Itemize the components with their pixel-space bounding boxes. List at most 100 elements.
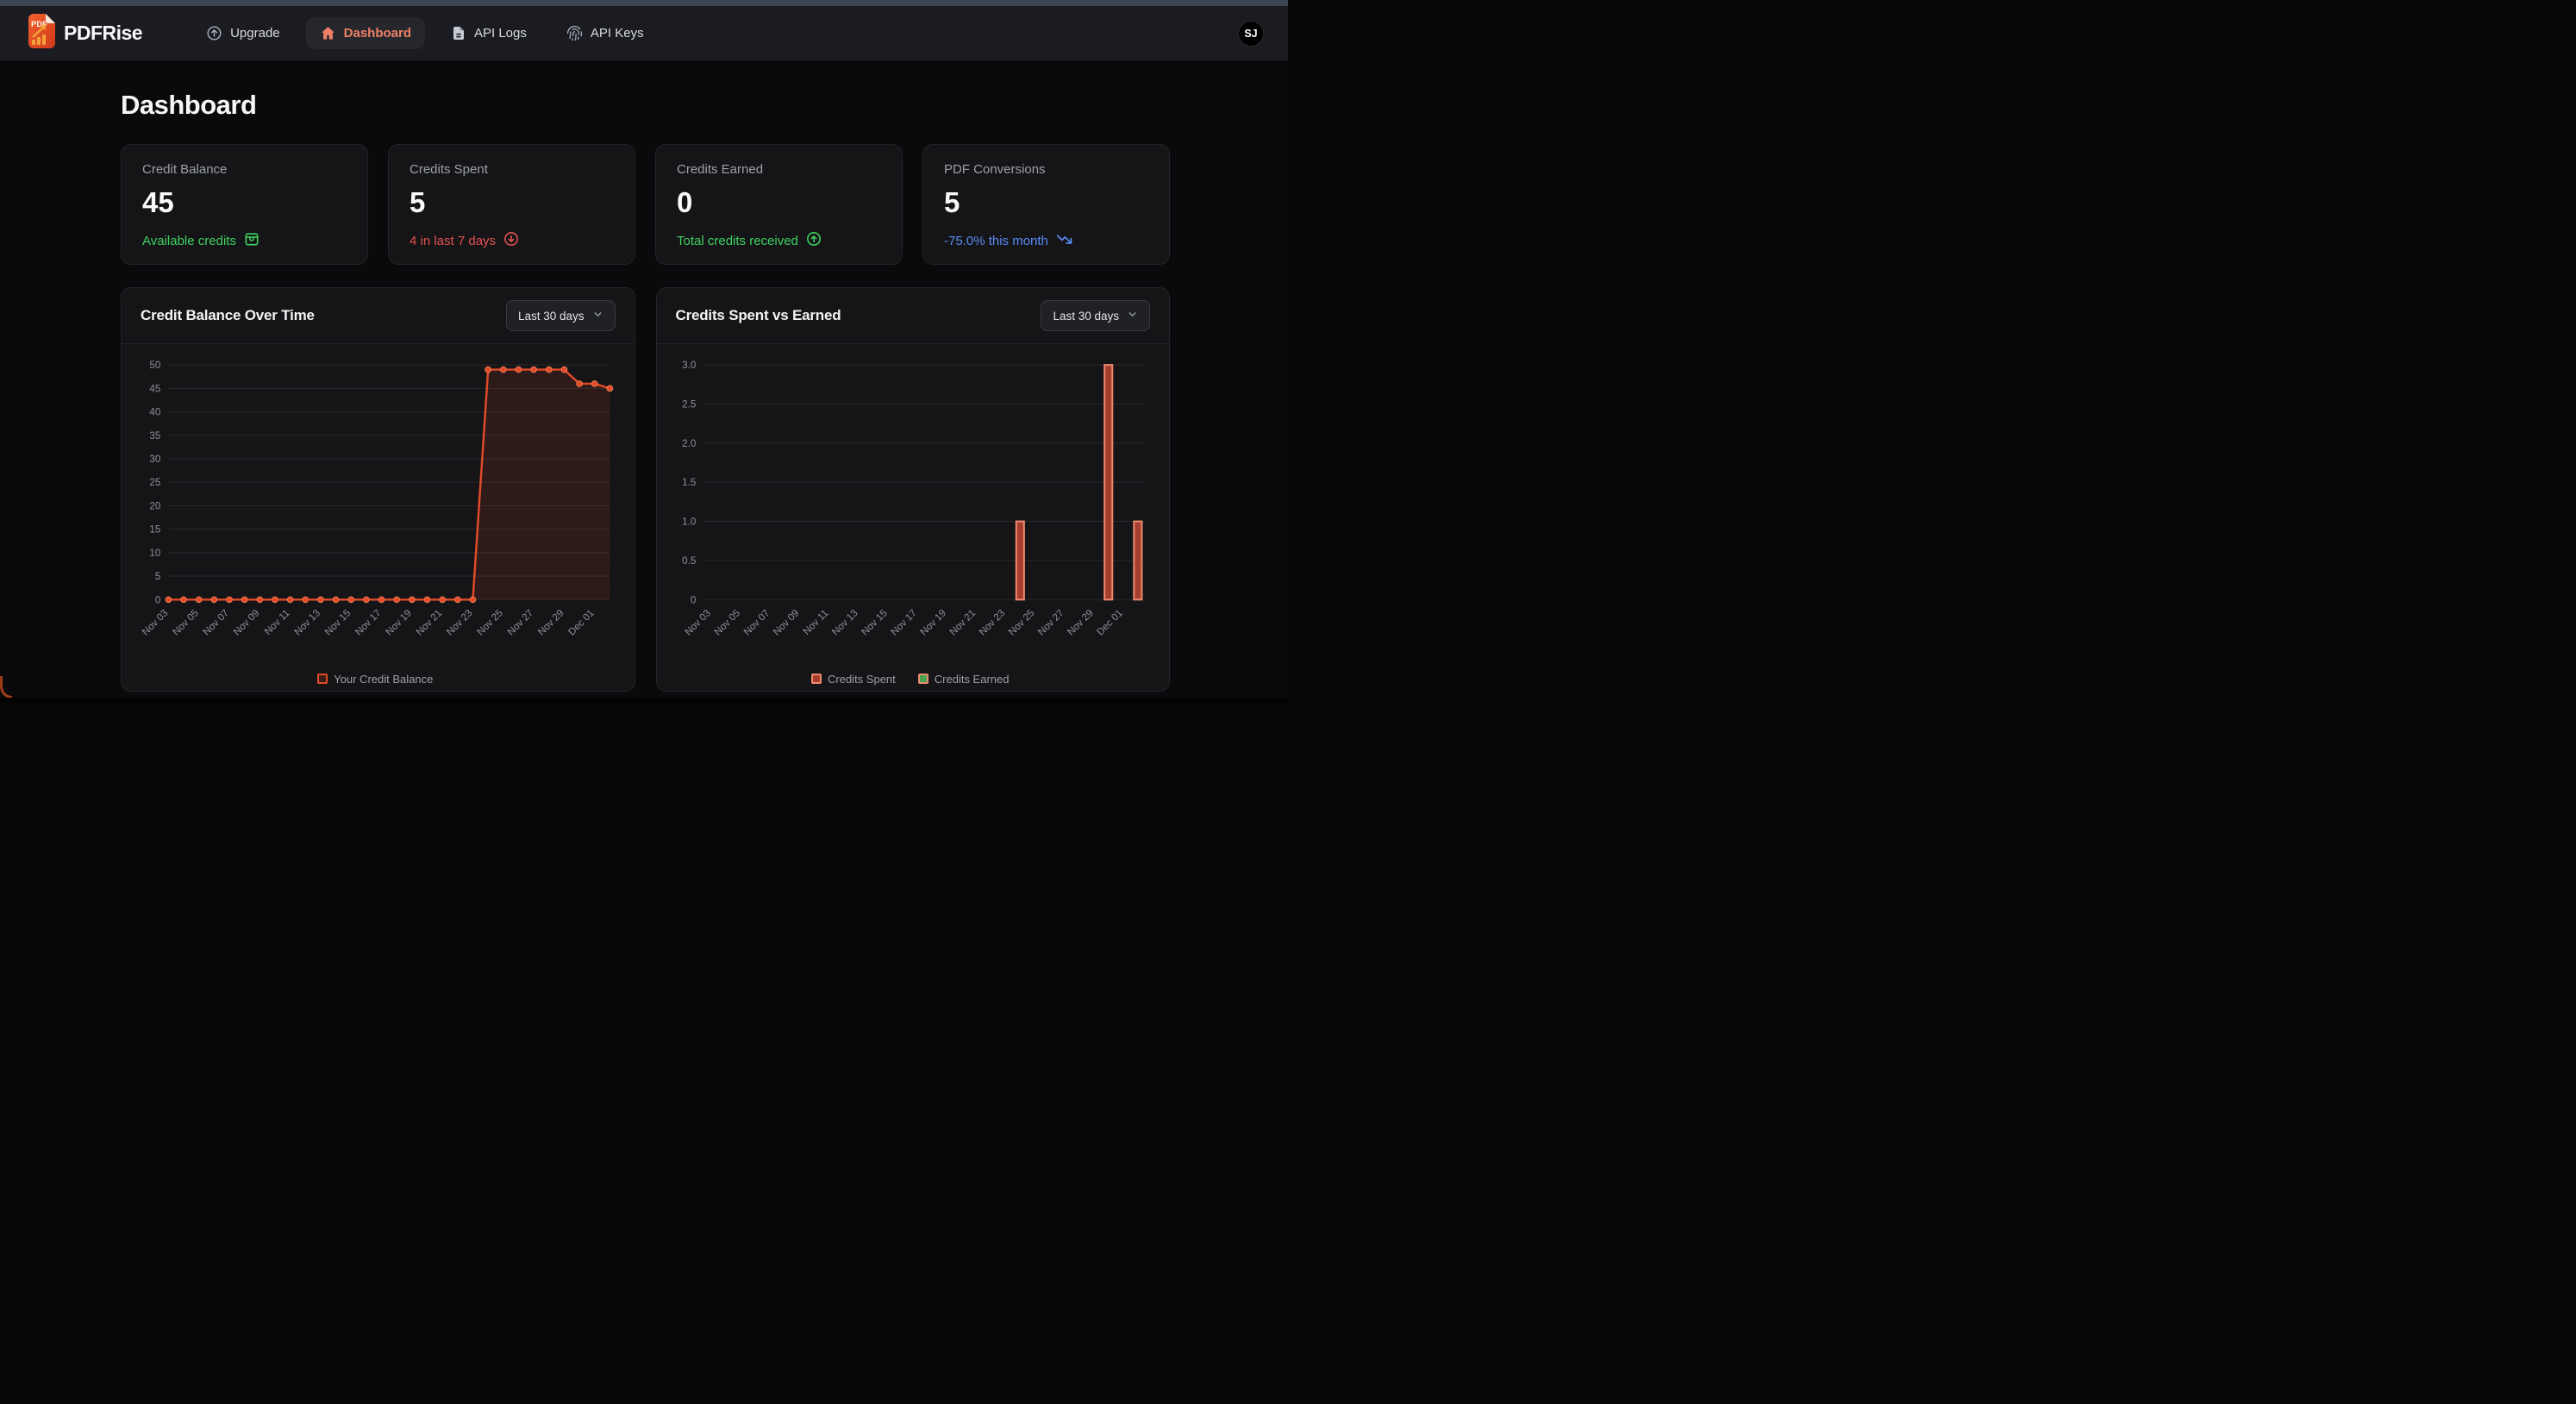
legend-item[interactable]: Credits Spent: [811, 673, 896, 686]
brand-name: PDFRise: [64, 22, 142, 45]
legend-label: Credits Spent: [828, 673, 896, 686]
nav-item-upgrade[interactable]: Upgrade: [192, 17, 294, 49]
window-bottom-strip: [0, 698, 1288, 702]
svg-text:Nov 17: Nov 17: [353, 608, 383, 637]
legend-label: Credits Earned: [935, 673, 1010, 686]
svg-text:Nov 17: Nov 17: [889, 608, 918, 637]
range-dropdown[interactable]: Last 30 days: [506, 300, 616, 331]
stat-card-credits-earned: Credits Earned 0 Total credits received: [655, 144, 903, 265]
wallet-icon: [243, 230, 260, 251]
stat-sub-label: Total credits received: [677, 234, 798, 248]
stat-card-credits-spent: Credits Spent 5 4 in last 7 days: [388, 144, 635, 265]
window-top-strip: [0, 0, 1288, 6]
user-avatar[interactable]: SJ: [1238, 21, 1264, 47]
nav-item-api-logs[interactable]: API Logs: [437, 17, 541, 49]
stat-subtext: Available credits: [142, 230, 347, 251]
nav-item-label: Dashboard: [344, 26, 411, 41]
stat-value: 5: [944, 186, 1148, 219]
chart-title: Credits Spent vs Earned: [676, 307, 841, 324]
file-document-icon: [451, 25, 466, 41]
stat-label: PDF Conversions: [944, 162, 1148, 177]
trending-down-icon: [1055, 230, 1073, 252]
chart-legend: Your Credit Balance: [128, 673, 622, 686]
svg-text:Nov 05: Nov 05: [712, 608, 741, 637]
svg-text:Nov 09: Nov 09: [772, 608, 801, 637]
arrow-up-circle-icon: [805, 230, 822, 251]
bar-chart: 00.51.01.52.02.53.0Nov 03Nov 05Nov 07Nov…: [664, 349, 1158, 673]
brand-logo[interactable]: PDF PDFRise: [28, 13, 142, 53]
svg-text:Nov 15: Nov 15: [323, 608, 353, 637]
chart-header: Credit Balance Over Time Last 30 days: [122, 288, 635, 344]
svg-text:Nov 25: Nov 25: [475, 608, 504, 637]
fingerprint-icon: [566, 25, 583, 41]
svg-text:35: 35: [149, 431, 160, 442]
range-dropdown-value: Last 30 days: [518, 310, 585, 323]
range-dropdown[interactable]: Last 30 days: [1041, 300, 1150, 331]
svg-text:Nov 03: Nov 03: [141, 608, 170, 637]
legend-item[interactable]: Your Credit Balance: [317, 673, 433, 686]
svg-text:3.0: 3.0: [682, 360, 696, 371]
nav-item-label: API Logs: [474, 26, 527, 41]
chart-card-credits-spent-vs-earned: Credits Spent vs Earned Last 30 days 0 0.…: [656, 287, 1171, 692]
stat-sub-label: 4 in last 7 days: [410, 234, 496, 248]
nav-item-label: Upgrade: [230, 26, 280, 41]
line-chart: 05101520253035404550Nov 03Nov 05Nov 07No…: [128, 349, 622, 673]
svg-text:10: 10: [149, 548, 160, 559]
stat-card-pdf-conversions: PDF Conversions 5 -75.0% this month: [922, 144, 1170, 265]
svg-text:Nov 27: Nov 27: [1036, 608, 1066, 637]
svg-text:1.5: 1.5: [682, 478, 696, 488]
chart-title: Credit Balance Over Time: [141, 307, 315, 324]
nav-item-label: API Keys: [591, 26, 644, 41]
svg-text:Nov 21: Nov 21: [947, 608, 977, 637]
page-title: Dashboard: [121, 90, 1170, 121]
range-dropdown-value: Last 30 days: [1053, 310, 1119, 323]
svg-text:45: 45: [149, 384, 160, 394]
stat-label: Credit Balance: [142, 162, 347, 177]
chart-card-credit-balance-over-time: Credit Balance Over Time Last 30 days 0 5…: [121, 287, 635, 692]
svg-text:50: 50: [149, 360, 160, 371]
main-content: Dashboard Credit Balance 45 Available cr…: [0, 90, 1288, 692]
svg-text:0: 0: [690, 595, 695, 605]
svg-text:Nov 11: Nov 11: [263, 608, 292, 637]
svg-text:Nov 23: Nov 23: [445, 608, 474, 637]
svg-text:Nov 11: Nov 11: [801, 608, 830, 637]
svg-text:40: 40: [149, 408, 160, 418]
svg-text:1.0: 1.0: [682, 517, 696, 528]
stat-sub-label: Available credits: [142, 234, 236, 248]
svg-text:0.5: 0.5: [682, 556, 696, 567]
svg-text:Nov 05: Nov 05: [171, 608, 200, 637]
nav-item-api-keys[interactable]: API Keys: [553, 17, 658, 49]
svg-text:Nov 13: Nov 13: [830, 608, 860, 637]
arrow-down-circle-icon: [503, 230, 520, 251]
svg-text:2.5: 2.5: [682, 400, 696, 411]
chart-body: 05101520253035404550Nov 03Nov 05Nov 07No…: [122, 344, 635, 686]
app-window: PDF PDFRise Upgrade: [0, 0, 1288, 702]
stat-value: 45: [142, 186, 347, 219]
stat-card-credit-balance: Credit Balance 45 Available credits: [121, 144, 368, 265]
home-icon: [320, 25, 336, 41]
svg-text:Nov 09: Nov 09: [232, 608, 261, 637]
svg-text:Nov 29: Nov 29: [536, 608, 566, 637]
svg-text:0: 0: [155, 595, 160, 605]
svg-text:30: 30: [149, 454, 160, 465]
svg-text:Nov 03: Nov 03: [683, 608, 712, 637]
chevron-down-icon: [1127, 309, 1138, 323]
chevron-down-icon: [592, 309, 603, 323]
svg-text:Nov 13: Nov 13: [293, 608, 322, 637]
nav-item-dashboard[interactable]: Dashboard: [306, 17, 425, 49]
legend-item[interactable]: Credits Earned: [918, 673, 1010, 686]
svg-text:Nov 27: Nov 27: [506, 608, 535, 637]
svg-text:Nov 07: Nov 07: [202, 608, 231, 637]
svg-text:Nov 19: Nov 19: [385, 608, 414, 637]
legend-swatch: [918, 674, 928, 684]
svg-text:Nov 29: Nov 29: [1066, 608, 1095, 637]
charts-row: Credit Balance Over Time Last 30 days 0 5…: [121, 287, 1170, 692]
stat-sub-label: -75.0% this month: [944, 234, 1048, 248]
chart-header: Credits Spent vs Earned Last 30 days: [657, 288, 1170, 344]
background-window-corner: [0, 676, 12, 699]
stat-label: Credits Earned: [677, 162, 881, 177]
svg-text:5: 5: [155, 572, 160, 582]
svg-text:Nov 25: Nov 25: [1007, 608, 1036, 637]
legend-swatch: [317, 674, 328, 684]
svg-text:Nov 19: Nov 19: [918, 608, 947, 637]
